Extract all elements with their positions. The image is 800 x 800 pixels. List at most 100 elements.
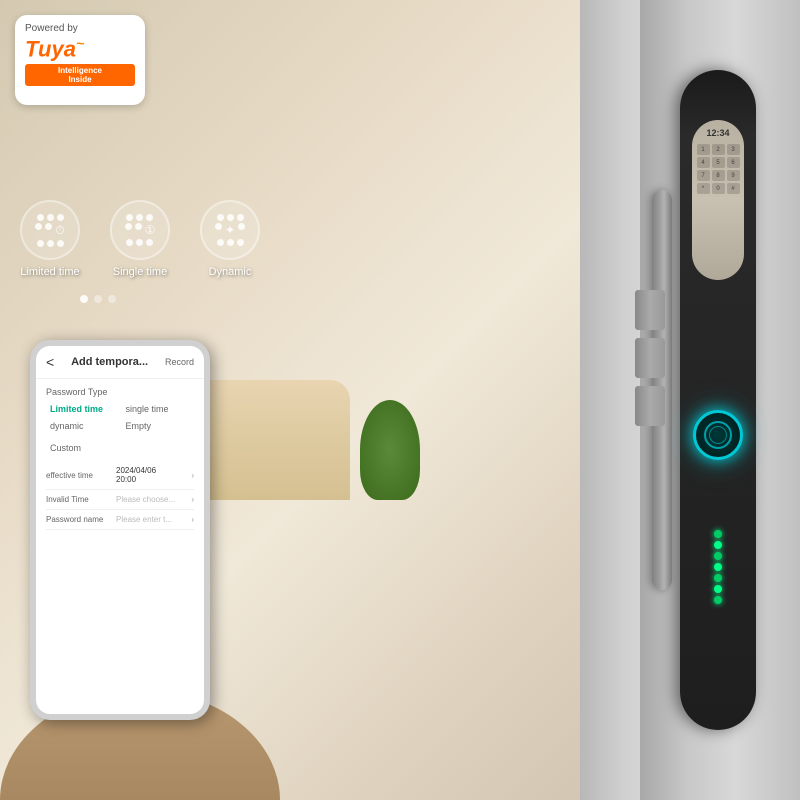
key-8[interactable]: 8 xyxy=(712,170,725,181)
intelligence-badge: IntelligenceInside xyxy=(25,64,135,86)
back-button[interactable]: < xyxy=(46,354,54,370)
single-time-icon: ① xyxy=(110,200,170,260)
icon-dot xyxy=(217,239,224,246)
led-7 xyxy=(714,596,722,604)
field-arrow-icon: › xyxy=(191,471,194,480)
icon-dot xyxy=(227,239,234,246)
fingerprint-scanner[interactable] xyxy=(693,410,743,460)
bolt-mechanism xyxy=(630,290,665,510)
password-name-placeholder: Please enter t... xyxy=(116,515,191,524)
icon-dot xyxy=(146,239,153,246)
phone-screen: < Add tempora... Record Password Type Li… xyxy=(36,346,204,714)
pt-dynamic[interactable]: dynamic xyxy=(46,419,119,433)
pt-custom[interactable]: Custom xyxy=(46,441,85,455)
password-name-label: Password name xyxy=(46,515,116,524)
icon-dot xyxy=(37,240,44,247)
fingerprint-inner-ring xyxy=(709,426,727,444)
key-4[interactable]: 4 xyxy=(697,157,710,168)
bolt-1 xyxy=(635,290,665,330)
icon-dot xyxy=(47,214,54,221)
dynamic-icon-inner: ✦ xyxy=(215,214,245,246)
icon-dot xyxy=(35,223,42,230)
bolt-2 xyxy=(635,338,665,378)
effective-time-value: 2024/04/0620:00 xyxy=(116,466,191,484)
dynamic-icon: ✦ xyxy=(200,200,260,260)
dot-3[interactable] xyxy=(108,295,116,303)
icon-dot xyxy=(238,223,245,230)
fingerprint-icon xyxy=(704,421,732,449)
icon-dot xyxy=(227,214,234,221)
key-1[interactable]: 1 xyxy=(697,144,710,155)
invalid-time-field[interactable]: Invalid Time Please choose... › xyxy=(46,490,194,510)
phone-mockup: < Add tempora... Record Password Type Li… xyxy=(30,340,210,720)
icon-dot xyxy=(37,214,44,221)
key-hash[interactable]: # xyxy=(727,183,740,194)
icon-dot xyxy=(57,214,64,221)
feature-single-time: ① Single time xyxy=(110,200,170,278)
dots-indicator xyxy=(80,295,116,303)
dot-2[interactable] xyxy=(94,295,102,303)
key-6[interactable]: 6 xyxy=(727,157,740,168)
limited-time-label: Limited time xyxy=(20,266,79,278)
icon-dot xyxy=(47,240,54,247)
app-title: Add tempora... xyxy=(71,356,148,368)
key-2[interactable]: 2 xyxy=(712,144,725,155)
icon-dot xyxy=(136,214,143,221)
icon-dot xyxy=(126,239,133,246)
key-5[interactable]: 5 xyxy=(712,157,725,168)
invalid-time-label: Invalid Time xyxy=(46,495,116,504)
led-1 xyxy=(714,530,722,538)
field-arrow-2-icon: › xyxy=(191,495,194,504)
key-star[interactable]: * xyxy=(697,183,710,194)
led-6 xyxy=(714,585,722,593)
tuya-badge: Powered by Tuya~ IntelligenceInside xyxy=(15,15,145,105)
pt-limited-time[interactable]: Limited time xyxy=(46,402,119,416)
key-9[interactable]: 9 xyxy=(727,170,740,181)
effective-time-field[interactable]: effective time 2024/04/0620:00 › xyxy=(46,461,194,490)
key-3[interactable]: 3 xyxy=(727,144,740,155)
icon-dot xyxy=(125,223,132,230)
led-5 xyxy=(714,574,722,582)
app-content: Password Type Limited time single time d… xyxy=(36,379,204,538)
password-type-grid: Limited time single time dynamic Empty xyxy=(46,402,194,433)
single-time-label: Single time xyxy=(113,266,167,278)
lock-body: 12:34 1 2 3 4 5 6 7 8 9 * 0 # xyxy=(680,70,756,730)
single-time-icon-inner: ① xyxy=(125,214,156,246)
led-3 xyxy=(714,552,722,560)
led-strip xyxy=(710,530,726,610)
keypad: 1 2 3 4 5 6 7 8 9 * 0 # xyxy=(695,142,742,196)
icon-dot xyxy=(45,223,52,230)
feature-limited-time: ⏱ Limited time xyxy=(20,200,80,278)
limited-time-icon: ⏱ xyxy=(20,200,80,260)
bolt-3 xyxy=(635,386,665,426)
tuya-logo: Tuya~ xyxy=(25,36,135,60)
key-7[interactable]: 7 xyxy=(697,170,710,181)
left-panel: Powered by Tuya~ IntelligenceInside xyxy=(0,0,430,800)
smart-lock-device: 12:34 1 2 3 4 5 6 7 8 9 * 0 # xyxy=(670,40,770,760)
key-0[interactable]: 0 xyxy=(712,183,725,194)
lock-screen: 12:34 1 2 3 4 5 6 7 8 9 * 0 # xyxy=(692,120,744,280)
effective-time-label: effective time xyxy=(46,471,116,480)
icon-dot xyxy=(146,214,153,221)
icon-dot xyxy=(217,214,224,221)
section-label: Password Type xyxy=(46,387,194,397)
icon-dot xyxy=(237,239,244,246)
record-link[interactable]: Record xyxy=(165,357,194,367)
icon-dot xyxy=(237,214,244,221)
led-4 xyxy=(714,563,722,571)
limited-time-icon-inner: ⏱ xyxy=(35,214,64,247)
feature-dynamic: ✦ Dynamic xyxy=(200,200,260,278)
icon-dot xyxy=(215,223,222,230)
dynamic-label: Dynamic xyxy=(209,266,252,278)
led-2 xyxy=(714,541,722,549)
pt-single-time[interactable]: single time xyxy=(122,402,195,416)
powered-by-label: Powered by xyxy=(25,23,135,34)
invalid-time-placeholder: Please choose... xyxy=(116,495,191,504)
password-name-field[interactable]: Password name Please enter t... › xyxy=(46,510,194,530)
icon-dot xyxy=(135,223,142,230)
pt-empty[interactable]: Empty xyxy=(122,419,195,433)
dot-1[interactable] xyxy=(80,295,88,303)
icon-dot xyxy=(136,239,143,246)
features-row: ⏱ Limited time xyxy=(20,200,260,278)
icon-dot xyxy=(126,214,133,221)
